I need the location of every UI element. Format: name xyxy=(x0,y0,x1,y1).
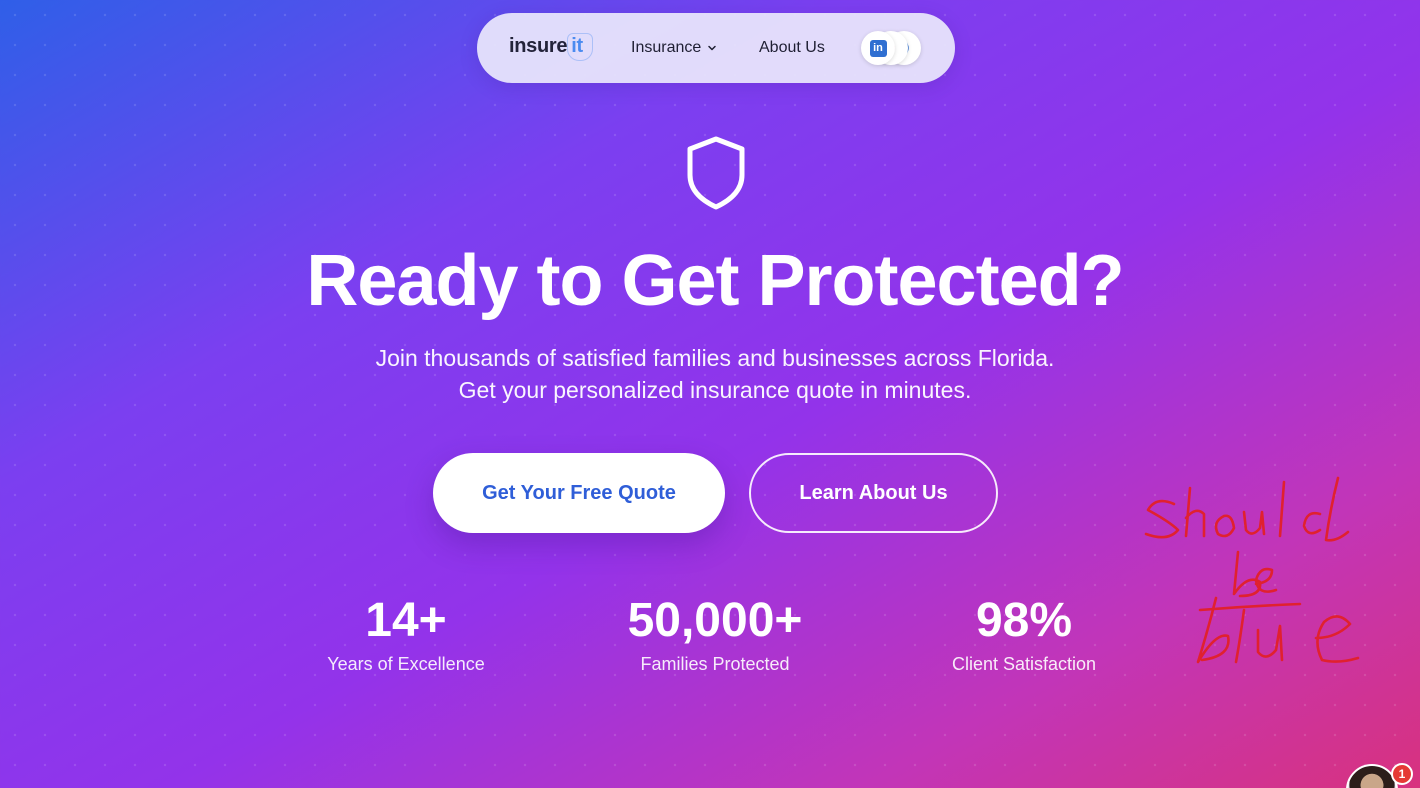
stat-label: Years of Excellence xyxy=(327,654,485,674)
nav-about-link[interactable]: About Us xyxy=(759,39,825,57)
logo-main-text: insure xyxy=(509,35,568,57)
stat-value: 98% xyxy=(975,594,1073,647)
hero-subtitle-line-1: Join thousands of satisfied families and… xyxy=(375,345,1055,371)
hero-subtitle-line-2: Get your personalized insurance quote in… xyxy=(458,377,972,403)
top-navbar: insure it Insurance About Us in xyxy=(477,13,955,83)
notification-badge: 1 xyxy=(1391,763,1413,785)
stat-satisfaction: 98% Client Satisfaction xyxy=(894,592,1154,675)
hero-subtitle: Join thousands of satisfied families and… xyxy=(0,342,1420,406)
linkedin-icon: in xyxy=(869,39,887,57)
stat-value: 50,000+ xyxy=(627,594,803,647)
learn-about-us-button[interactable]: Learn About Us xyxy=(749,453,998,533)
logo-accent-text: it xyxy=(567,33,593,61)
stat-value: 14+ xyxy=(365,594,447,647)
hero-title: Ready to Get Protected? xyxy=(306,241,1124,321)
stat-families: 50,000+ Families Protected xyxy=(585,592,845,675)
get-free-quote-button[interactable]: Get Your Free Quote xyxy=(433,453,725,533)
stat-label: Client Satisfaction xyxy=(951,654,1097,674)
stat-years: 14+ Years of Excellence xyxy=(276,592,536,675)
nav-insurance-dropdown[interactable]: Insurance xyxy=(631,39,717,57)
handwritten-annotation xyxy=(1144,476,1360,664)
nav-insurance-label: Insurance xyxy=(631,39,702,56)
social-links-group: in xyxy=(861,31,923,65)
chevron-down-icon xyxy=(708,45,717,51)
stat-label: Families Protected xyxy=(640,654,790,674)
linkedin-link[interactable]: in xyxy=(861,31,895,65)
shield-icon xyxy=(687,136,745,210)
logo[interactable]: insure it xyxy=(509,33,593,61)
